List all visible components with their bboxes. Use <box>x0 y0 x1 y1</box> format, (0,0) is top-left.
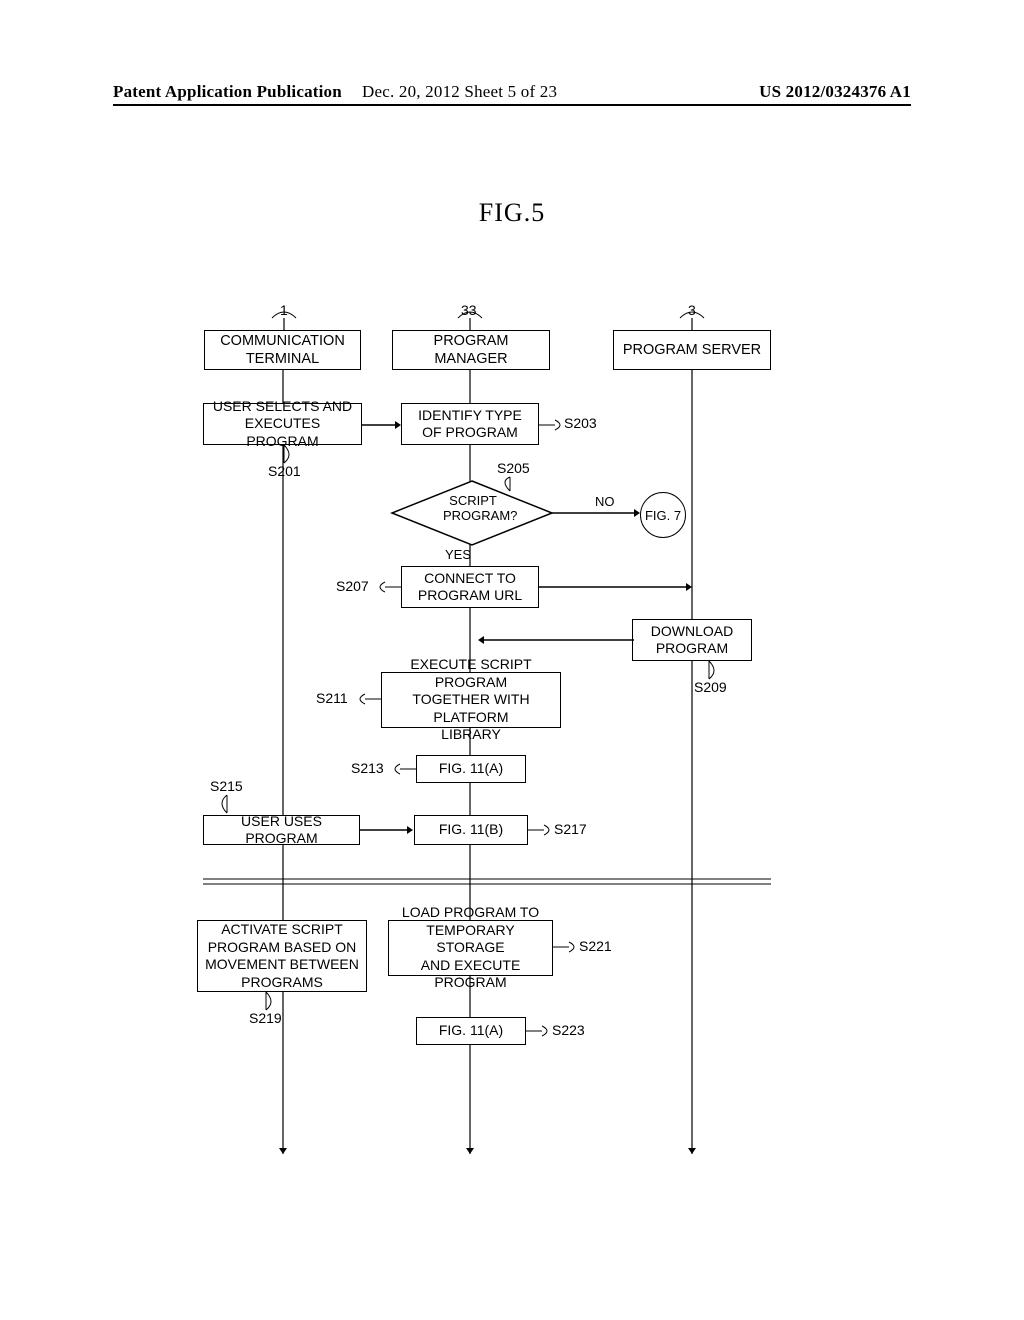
label-s221: S221 <box>579 938 612 954</box>
swimhead-manager: PROGRAM MANAGER <box>392 330 550 370</box>
header-right: US 2012/0324376 A1 <box>759 82 911 102</box>
swimhead-terminal: COMMUNICATIONTERMINAL <box>204 330 361 370</box>
step-s215: USER USES PROGRAM <box>203 815 360 845</box>
label-s223: S223 <box>552 1022 585 1038</box>
label-s211: S211 <box>316 690 348 706</box>
step-s203: IDENTIFY TYPEOF PROGRAM <box>401 403 539 445</box>
step-s211: EXECUTE SCRIPT PROGRAMTOGETHER WITH PLAT… <box>381 672 561 728</box>
label-s203: S203 <box>564 415 597 431</box>
step-s223: FIG. 11(A) <box>416 1017 526 1045</box>
step-s207: CONNECT TOPROGRAM URL <box>401 566 539 608</box>
swimhead-server: PROGRAM SERVER <box>613 330 771 370</box>
step-s205-text: SCRIPTPROGRAM? <box>443 494 503 524</box>
label-s217: S217 <box>554 821 587 837</box>
header-left: Patent Application Publication <box>113 82 342 102</box>
label-s219: S219 <box>249 1010 282 1026</box>
step-s209: DOWNLOADPROGRAM <box>632 619 752 661</box>
label-s201: S201 <box>268 463 301 479</box>
label-no: NO <box>595 494 615 509</box>
step-s217: FIG. 11(B) <box>414 815 528 845</box>
page-header: Patent Application Publication Dec. 20, … <box>113 82 911 106</box>
label-s205: S205 <box>497 460 530 476</box>
figure-title: FIG.5 <box>0 198 1024 228</box>
step-s219: ACTIVATE SCRIPTPROGRAM BASED ONMOVEMENT … <box>197 920 367 992</box>
offpage-fig7: FIG. 7 <box>640 492 686 538</box>
label-yes: YES <box>445 547 471 562</box>
label-s215: S215 <box>210 778 243 794</box>
label-s207: S207 <box>336 578 369 594</box>
label-s209: S209 <box>694 679 727 695</box>
step-s201: USER SELECTS ANDEXECUTES PROGRAM <box>203 403 362 445</box>
header-mid: Dec. 20, 2012 Sheet 5 of 23 <box>362 82 557 102</box>
label-s213: S213 <box>351 760 384 776</box>
step-s213: FIG. 11(A) <box>416 755 526 783</box>
step-s221: LOAD PROGRAM TOTEMPORARY STORAGEAND EXEC… <box>388 920 553 976</box>
